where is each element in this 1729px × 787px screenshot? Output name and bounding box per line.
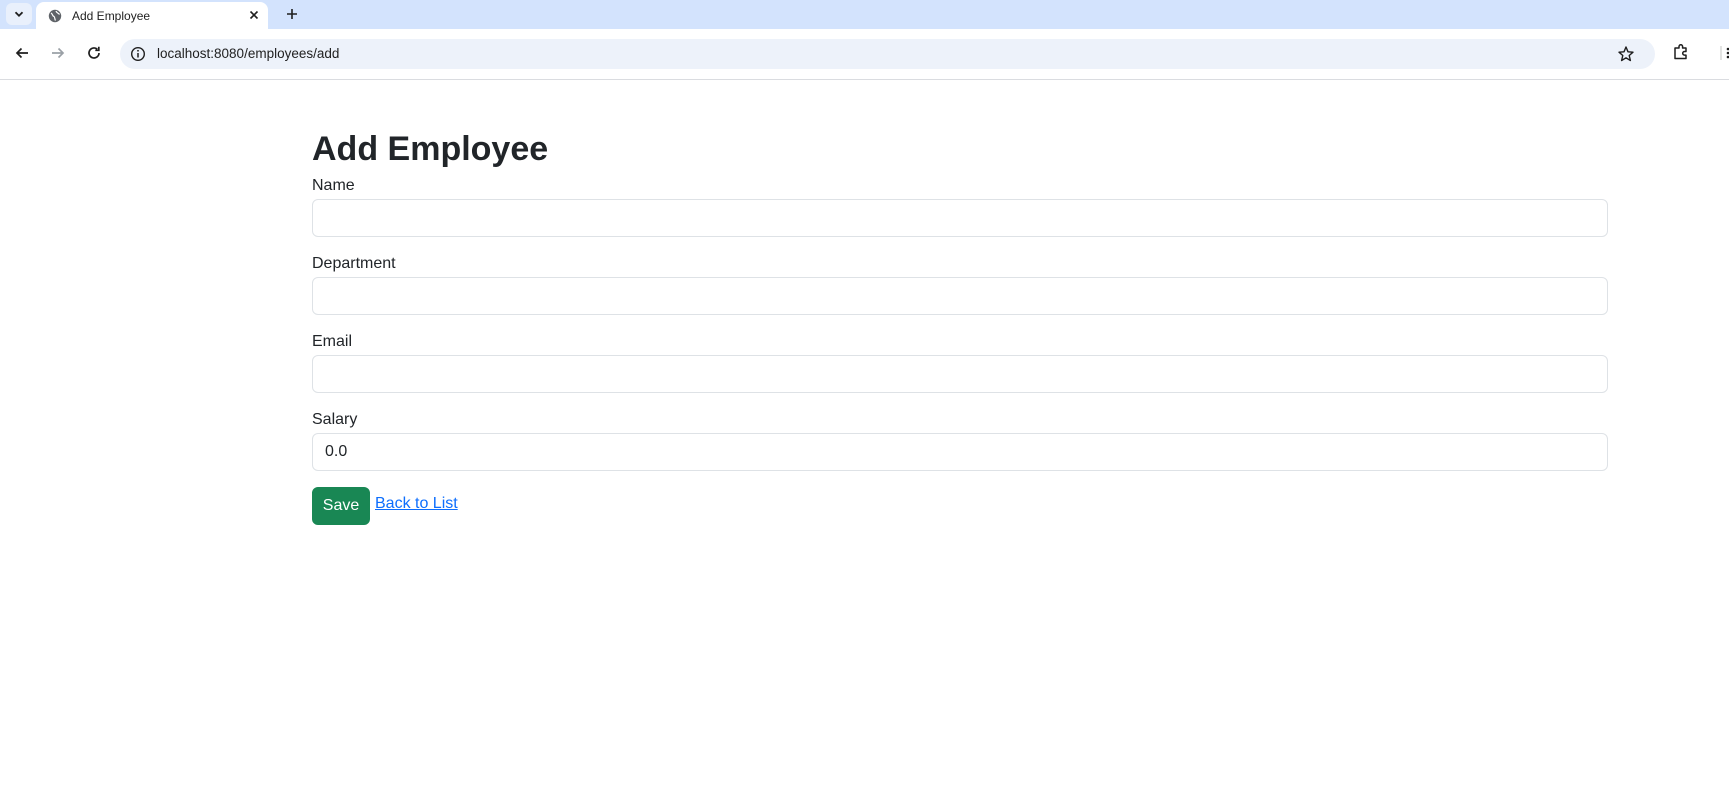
url-text[interactable]: localhost:8080/employees/add xyxy=(157,46,339,61)
department-label: Department xyxy=(312,255,396,272)
tab-search-button[interactable] xyxy=(6,3,32,25)
back-button[interactable] xyxy=(11,42,33,64)
forward-arrow-icon xyxy=(52,47,65,59)
menu-icon[interactable] xyxy=(1718,44,1729,62)
extensions-icon[interactable] xyxy=(1671,42,1691,62)
salary-field[interactable] xyxy=(312,433,1608,471)
email-label: Email xyxy=(312,333,353,350)
address-bar[interactable]: localhost:8080/employees/add xyxy=(120,39,1655,69)
globe-icon xyxy=(48,9,62,23)
forward-button[interactable] xyxy=(47,42,69,64)
name-label: Name xyxy=(312,177,355,194)
new-tab-button[interactable] xyxy=(283,5,301,23)
save-button[interactable]: Save xyxy=(312,487,370,525)
email-field[interactable] xyxy=(312,355,1608,393)
close-icon xyxy=(249,10,259,20)
back-arrow-icon xyxy=(15,47,28,59)
department-field[interactable] xyxy=(312,277,1608,315)
reload-button[interactable] xyxy=(83,42,105,64)
active-tab[interactable]: Add Employee xyxy=(36,2,268,31)
plus-icon xyxy=(287,9,297,19)
chevron-down-icon xyxy=(14,11,24,17)
browser-toolbar: localhost:8080/employees/add xyxy=(0,29,1729,80)
tab-title: Add Employee xyxy=(72,9,151,23)
reload-icon xyxy=(88,46,100,59)
back-to-list-link[interactable]: Back to List xyxy=(375,495,458,513)
star-icon[interactable] xyxy=(1617,45,1635,63)
page-title: Add Employee xyxy=(312,130,549,168)
tab-close-button[interactable] xyxy=(247,8,261,22)
salary-label: Salary xyxy=(312,411,358,428)
tab-strip: Add Employee xyxy=(0,0,1729,31)
info-icon[interactable] xyxy=(130,46,146,62)
name-field[interactable] xyxy=(312,199,1608,237)
